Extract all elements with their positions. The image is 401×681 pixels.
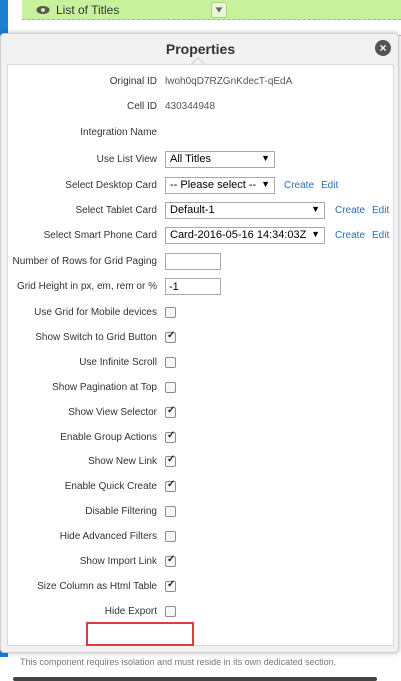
checkbox-row: Hide Advanced Filters [8, 528, 393, 548]
checkbox-label: Hide Advanced Filters [59, 531, 157, 543]
popup-title: Properties [165, 41, 236, 57]
grid-height-label: Grid Height in px, em, rem or % [16, 281, 157, 292]
checkbox-row: Size Column as Html Table [8, 578, 393, 598]
use-list-view-select[interactable]: All Titles ▼ [165, 151, 275, 168]
checkbox[interactable] [165, 605, 176, 617]
checkbox[interactable] [165, 330, 176, 343]
checkbox-row: Show Import Link [8, 553, 393, 573]
cell-id-value: 430344948 [165, 101, 216, 112]
checkbox[interactable] [165, 506, 176, 518]
checkbox-row: Hide Export [8, 603, 393, 623]
checkbox-label: Size Column as Html Table [37, 580, 157, 592]
checkbox-label: Show View Selector [68, 406, 157, 418]
checkbox[interactable] [165, 381, 176, 393]
use-list-view-row: Use List View All Titles ▼ [8, 151, 393, 171]
checkbox-label: Enable Group Actions [60, 431, 157, 443]
rows-paging-row: Number of Rows for Grid Paging [8, 253, 393, 273]
desktop-card-select[interactable]: -- Please select -- ▼ [165, 177, 275, 194]
desktop-card-label: Select Desktop Card [65, 180, 157, 191]
checkbox-row: Use Infinite Scroll [8, 354, 393, 374]
original-id-label: Original ID [109, 76, 157, 87]
checkbox-label: Hide Export [104, 605, 157, 617]
cell-id-row: Cell ID 430344948 [8, 98, 393, 118]
checkbox-row: Disable Filtering [8, 503, 393, 523]
footer-note: This component requires isolation and mu… [20, 657, 337, 667]
checkbox-row: Show New Link [8, 453, 393, 473]
dropdown-arrow-icon: ▼ [261, 179, 270, 189]
phone-card-select[interactable]: Card-2016-05-16 14:34:03Z ▼ [165, 227, 325, 244]
phone-card-selected: Card-2016-05-16 14:34:03Z [170, 229, 307, 241]
checkbox[interactable] [165, 479, 176, 493]
checkbox[interactable] [165, 579, 176, 592]
checkbox-row: Use Grid for Mobile devices [8, 304, 393, 324]
dropdown-arrow-icon: ▼ [261, 153, 270, 163]
list-component-bar[interactable]: List of Titles [22, 0, 401, 20]
phone-card-create-link[interactable]: Create [335, 230, 365, 241]
tablet-card-selected: Default-1 [170, 204, 215, 216]
horizontal-scrollbar[interactable] [13, 677, 377, 681]
dropdown-arrow-icon: ▼ [311, 229, 320, 239]
grid-height-row: Grid Height in px, em, rem or % [8, 278, 393, 298]
properties-popup: Properties × Original ID lwoh0qD7RZGnKde… [0, 33, 399, 681]
checkbox[interactable] [165, 356, 176, 368]
chevron-down-icon[interactable] [211, 2, 227, 18]
checkbox-label: Show New Link [88, 456, 157, 468]
tablet-card-row: Select Tablet Card Default-1 ▼ Create Ed… [8, 202, 393, 222]
use-list-view-selected: All Titles [170, 153, 211, 165]
checkbox[interactable] [165, 531, 176, 543]
properties-panel: Original ID lwoh0qD7RZGnKdecT-qEdA Cell … [7, 64, 394, 667]
checkbox-row: Enable Quick Create [8, 478, 393, 498]
desktop-card-row: Select Desktop Card -- Please select -- … [8, 177, 393, 197]
checkbox-label: Show Pagination at Top [52, 381, 157, 393]
use-list-view-label: Use List View [96, 154, 157, 165]
tablet-card-label: Select Tablet Card [75, 205, 157, 216]
phone-card-edit-link[interactable]: Edit [372, 230, 389, 241]
checkbox-label: Use Infinite Scroll [79, 356, 157, 368]
desktop-card-create-link[interactable]: Create [284, 180, 314, 191]
hide-export-highlight [86, 622, 194, 646]
tablet-card-create-link[interactable]: Create [335, 205, 365, 216]
rows-paging-input[interactable] [165, 253, 221, 270]
phone-card-row: Select Smart Phone Card Card-2016-05-16 … [8, 227, 393, 247]
checkbox-label: Use Grid for Mobile devices [34, 307, 157, 318]
original-id-value: lwoh0qD7RZGnKdecT-qEdA [165, 76, 293, 87]
desktop-card-edit-link[interactable]: Edit [321, 180, 338, 191]
checkbox[interactable] [165, 554, 176, 567]
integration-name-label: Integration Name [80, 127, 157, 138]
checkbox[interactable] [165, 454, 176, 468]
checkbox-row: Show View Selector [8, 404, 393, 424]
original-id-row: Original ID lwoh0qD7RZGnKdecT-qEdA [8, 73, 393, 93]
list-title: List of Titles [56, 3, 120, 17]
dropdown-arrow-icon: ▼ [311, 204, 320, 214]
checkbox-label: Disable Filtering [85, 506, 157, 518]
phone-card-label: Select Smart Phone Card [43, 230, 157, 241]
checkbox[interactable] [165, 405, 176, 418]
tablet-card-edit-link[interactable]: Edit [372, 205, 389, 216]
eye-icon[interactable] [36, 4, 50, 16]
checkbox-row: Show Pagination at Top [8, 379, 393, 399]
checkbox[interactable] [165, 430, 176, 443]
integration-name-row: Integration Name [8, 124, 393, 144]
checkbox[interactable] [165, 307, 176, 318]
checkbox-label: Enable Quick Create [64, 481, 157, 493]
desktop-card-selected: -- Please select -- [170, 179, 257, 191]
grid-height-input[interactable] [165, 278, 221, 295]
tablet-card-select[interactable]: Default-1 ▼ [165, 202, 325, 219]
checkbox-label: Show Import Link [79, 556, 157, 567]
close-button[interactable]: × [375, 40, 391, 56]
rows-paging-label: Number of Rows for Grid Paging [12, 256, 157, 267]
checkbox-label: Show Switch to Grid Button [35, 331, 157, 343]
checkbox-row: Enable Group Actions [8, 429, 393, 449]
cell-id-label: Cell ID [126, 101, 157, 112]
checkbox-row: Show Switch to Grid Button [8, 329, 393, 349]
